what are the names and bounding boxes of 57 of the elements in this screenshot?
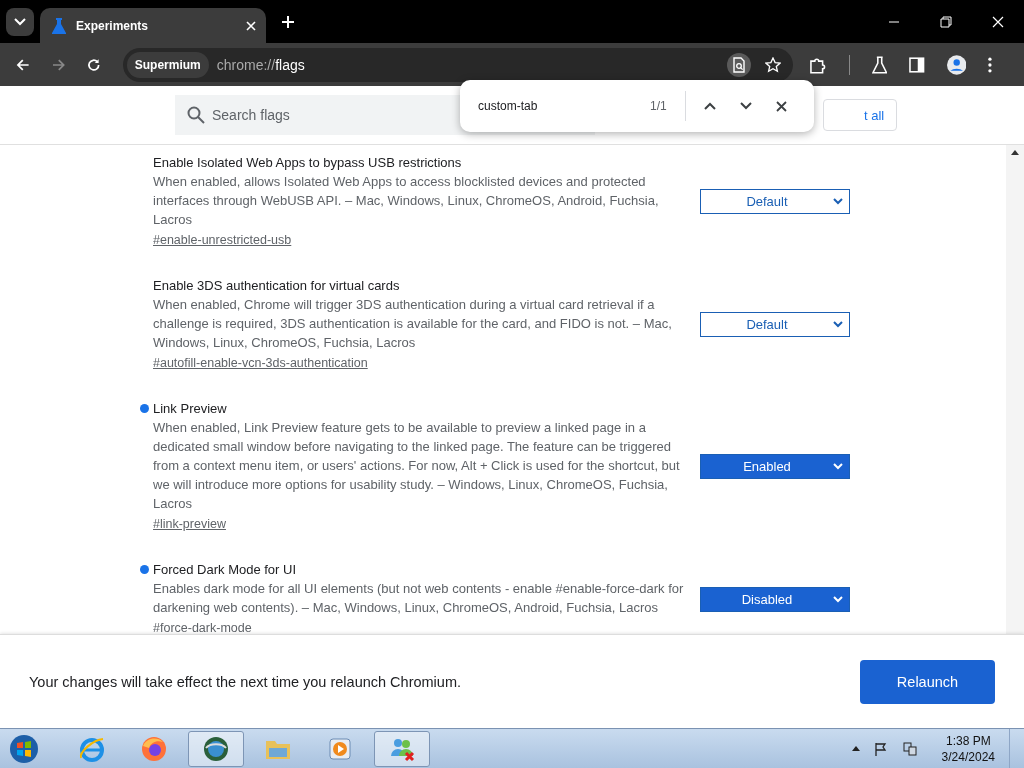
url-text: chrome://flags: [216, 56, 305, 73]
forward-icon[interactable]: [51, 57, 66, 72]
back-icon[interactable]: [16, 57, 30, 72]
flag-icon[interactable]: [873, 741, 888, 756]
flag-select[interactable]: Disabled: [700, 586, 850, 612]
address-bar[interactable]: Supermium chrome://flags: [122, 47, 794, 82]
relaunch-button[interactable]: Relaunch: [860, 659, 995, 704]
flag-link[interactable]: #enable-unrestricted-usb: [153, 231, 292, 250]
flag-description: When enabled, Link Preview feature gets to be available to preview a linked page in a dedicated small window before navigating to the linked page. The feature can be triggered from a context menu item, or users' actions. For now, Alt + Click is used for the shortcut, but we will introduce more options for usability study. – Windows, Linux, ChromeOS, Fuchsia, Lacros: [153, 419, 681, 513]
show-hidden-icons-icon[interactable]: [851, 746, 860, 751]
flag-link[interactable]: #force-dark-mode: [153, 619, 252, 633]
flag-title: Forced Dark Mode for UI: [153, 562, 297, 577]
clock-date[interactable]: 3/24/2024: [941, 748, 995, 765]
chevron-down-icon: [833, 321, 843, 328]
browser-tab[interactable]: Experiments: [40, 8, 266, 43]
menu-icon[interactable]: [988, 56, 992, 73]
clock-time[interactable]: 1:38 PM: [945, 732, 991, 749]
chevron-down-icon: [833, 595, 843, 603]
flag-select[interactable]: Enabled: [700, 454, 850, 479]
previous-match-icon[interactable]: [703, 102, 716, 110]
flag-select[interactable]: Default: [700, 189, 850, 214]
flag-link[interactable]: #link-preview: [153, 515, 226, 534]
browser-chip[interactable]: Supermium: [126, 51, 209, 78]
flag-select[interactable]: Default: [700, 312, 850, 337]
chevron-down-icon: [833, 198, 843, 205]
reload-icon[interactable]: [87, 57, 101, 72]
match-count: 1/1: [650, 99, 667, 113]
find-in-page-icon[interactable]: [727, 52, 752, 77]
restore-icon[interactable]: [940, 15, 952, 28]
profile-avatar-icon[interactable]: [946, 54, 967, 75]
scrollbar[interactable]: [1006, 145, 1024, 634]
search-icon: [187, 106, 205, 124]
reset-all-button[interactable]: t all: [823, 99, 898, 131]
chevron-down-icon: [833, 463, 843, 470]
star-icon[interactable]: [765, 56, 782, 73]
flag-link[interactable]: #autofill-enable-vcn-3ds-authentication: [153, 354, 368, 373]
flag-title: Enable 3DS authentication for virtual cards: [153, 278, 400, 293]
flag-description: Enables dark mode for all UI elements (but not web contents - enable #enable-force-dark for darkening web contents). – Mac, Windows, Linux, ChromeOS, Android, Fuchsia, Lacros: [153, 580, 685, 617]
flag-title: Link Preview: [153, 401, 227, 416]
globe-icon[interactable]: [188, 730, 244, 767]
new-tab-icon[interactable]: [282, 15, 294, 28]
tab-list-button[interactable]: [6, 7, 34, 36]
flag-description: When enabled, Chrome will trigger 3DS authentication during a virtual card retrieval if a challenge is required, 3DS authentication is available for the card, and FIDO is not. – Mac, Windows, Linux, ChromeOS, Fuchsia, Lacros: [153, 296, 673, 352]
puzzle-icon[interactable]: [809, 55, 827, 74]
close-icon[interactable]: [775, 100, 787, 112]
flask-icon: [52, 17, 66, 34]
people-icon[interactable]: [374, 730, 430, 767]
flag-title: Enable Isolated Web Apps to bypass USB restrictions: [153, 155, 462, 170]
network-icon[interactable]: [901, 740, 918, 757]
scroll-up-icon[interactable]: [1011, 150, 1019, 155]
next-match-icon[interactable]: [739, 102, 752, 110]
tab-title: Experiments: [76, 18, 150, 33]
relaunch-message: Your changes will take effect the next time you relaunch Chromium.: [29, 673, 462, 690]
flag-description: When enabled, allows Isolated Web Apps to access blocklisted devices and protected interfaces through WebUSB API. – Mac, Windows, Linux, ChromeOS, Android, Fuchsia, Lacros: [153, 173, 660, 229]
flask-icon[interactable]: [871, 55, 888, 74]
chevron-down-icon: [14, 17, 26, 26]
side-panel-icon[interactable]: [909, 56, 925, 73]
